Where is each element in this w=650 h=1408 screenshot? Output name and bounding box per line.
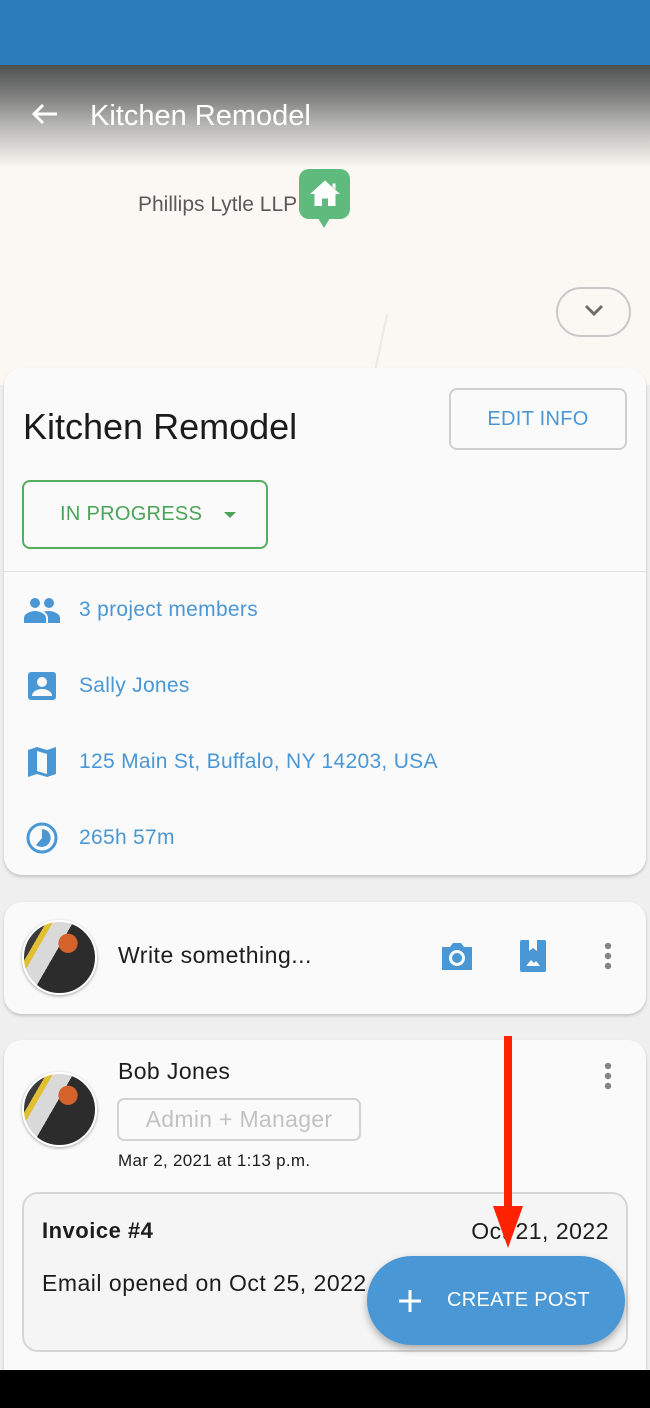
map-place-label: Phillips Lytle LLP <box>138 193 298 216</box>
composer-more-button[interactable] <box>585 935 631 981</box>
avatar <box>22 920 97 995</box>
map-road <box>373 313 389 373</box>
annotation-arrow-head <box>493 1206 523 1248</box>
project-info-card: Kitchen Remodel EDIT INFO IN PROGRESS 3 … <box>4 368 646 875</box>
annotation-arrow <box>493 1036 523 1248</box>
plus-icon <box>397 1288 423 1314</box>
create-post-button[interactable]: CREATE POST <box>367 1256 625 1345</box>
post-author[interactable]: Bob Jones <box>118 1058 230 1085</box>
toolbar: Kitchen Remodel <box>0 90 650 142</box>
system-nav-bar <box>0 1370 650 1408</box>
status-value: IN PROGRESS <box>60 503 203 525</box>
more-vertical-icon <box>604 942 612 975</box>
client-row[interactable]: Sally Jones <box>22 666 190 706</box>
map-icon <box>22 742 62 782</box>
photo-album-icon <box>519 939 547 978</box>
client-name: Sally Jones <box>79 674 190 697</box>
back-button[interactable] <box>20 91 70 141</box>
clock-icon <box>22 818 62 858</box>
toolbar-title: Kitchen Remodel <box>90 99 311 132</box>
time-tracked: 265h 57m <box>79 826 175 849</box>
chevron-down-icon <box>583 303 605 322</box>
camera-icon <box>440 941 474 976</box>
dropdown-caret-icon <box>224 511 237 518</box>
members-row[interactable]: 3 project members <box>22 590 258 630</box>
members-text: 3 project members <box>79 598 258 621</box>
camera-button[interactable] <box>434 935 480 981</box>
annotation-arrow-shaft <box>504 1036 512 1211</box>
post-composer-card: Write something... <box>4 902 646 1014</box>
more-vertical-icon <box>604 1062 612 1095</box>
contact-icon <box>22 666 62 706</box>
status-dropdown[interactable]: IN PROGRESS <box>22 480 268 549</box>
invoice-title: Invoice #4 <box>42 1218 154 1243</box>
collapse-map-button[interactable] <box>556 287 631 337</box>
divider <box>4 571 646 572</box>
post-timestamp: Mar 2, 2021 at 1:13 p.m. <box>118 1151 311 1170</box>
arrow-left-icon <box>31 102 59 131</box>
post-more-button[interactable] <box>585 1055 631 1101</box>
gallery-button[interactable] <box>510 935 556 981</box>
edit-info-button[interactable]: EDIT INFO <box>449 388 627 450</box>
home-pin-icon[interactable] <box>299 169 350 228</box>
write-something-input[interactable]: Write something... <box>118 942 312 969</box>
create-post-label: CREATE POST <box>447 1289 590 1311</box>
people-icon <box>22 590 62 630</box>
author-avatar[interactable] <box>22 1072 97 1147</box>
address-row[interactable]: 125 Main St, Buffalo, NY 14203, USA <box>22 742 438 782</box>
address-text: 125 Main St, Buffalo, NY 14203, USA <box>79 750 438 773</box>
project-title: Kitchen Remodel <box>23 406 298 447</box>
role-badge: Admin + Manager <box>117 1098 361 1141</box>
time-row[interactable]: 265h 57m <box>22 818 175 858</box>
status-bar <box>0 0 650 65</box>
